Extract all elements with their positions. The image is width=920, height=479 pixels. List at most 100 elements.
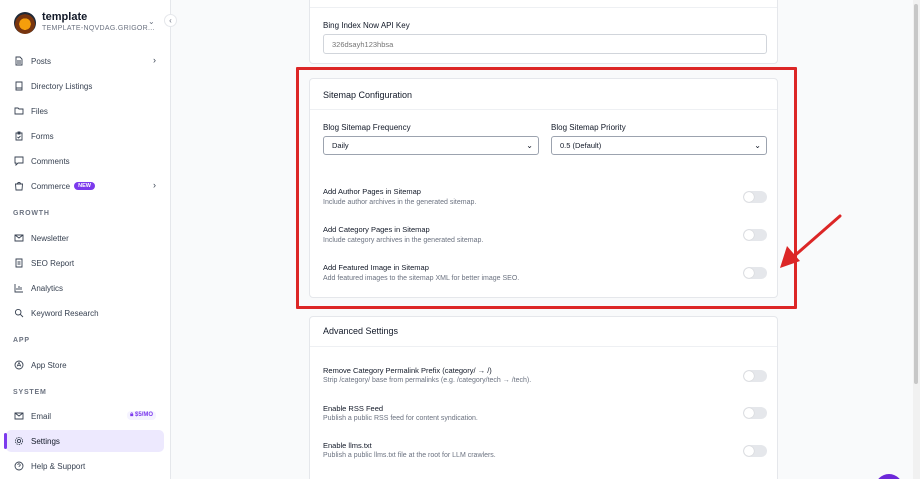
sidebar-item-label: App Store	[31, 360, 67, 370]
folder-icon	[14, 107, 24, 115]
sidebar: template TEMPLATE-NQVDAG.GRIGOR... ⌄ Pos…	[0, 0, 171, 479]
sidebar-item-label: Help & Support	[31, 461, 86, 471]
sitemap-configuration-card: Sitemap Configuration Blog Sitemap Frequ…	[309, 78, 778, 298]
sidebar-item-keyword-research[interactable]: Keyword Research	[6, 302, 164, 324]
price-badge: 🔒︎ $5/MO	[127, 411, 156, 420]
sidebar-item-label: Files	[31, 106, 48, 116]
remove-category-prefix-description: Strip /category/ base from permalinks (e…	[323, 377, 532, 384]
sidebar-item-label: Email	[31, 411, 52, 421]
sitemap-frequency-select[interactable]: Daily ⌄	[323, 136, 539, 155]
sidebar-item-app-store[interactable]: App Store	[6, 354, 164, 376]
author-pages-description: Include author archives in the generated…	[323, 199, 477, 206]
sidebar-item-comments[interactable]: Comments	[6, 150, 164, 172]
workspace-name: template	[42, 11, 88, 23]
sidebar-item-files[interactable]: Files	[6, 100, 164, 122]
workspace-domain: TEMPLATE-NQVDAG.GRIGOR...	[42, 25, 155, 32]
sitemap-frequency-label: Blog Sitemap Frequency	[323, 123, 411, 132]
new-badge: NEW	[74, 182, 95, 190]
chevron-right-icon: ›	[153, 55, 156, 65]
collapse-sidebar-button[interactable]: ‹	[164, 14, 177, 27]
sidebar-item-forms[interactable]: Forms	[6, 125, 164, 147]
sidebar-item-label: Directory Listings	[31, 81, 93, 91]
chevron-right-icon: ›	[153, 180, 156, 190]
bing-api-key-input[interactable]	[323, 34, 767, 54]
remove-category-prefix-toggle[interactable]	[743, 370, 767, 382]
divider	[310, 346, 777, 347]
sitemap-frequency-value: Daily	[332, 141, 349, 150]
bing-indexnow-card: Bing Index Now API Key	[309, 0, 778, 64]
featured-image-description: Add featured images to the sitemap XML f…	[323, 275, 520, 282]
scrollbar-thumb[interactable]	[914, 4, 918, 384]
sidebar-item-analytics[interactable]: Analytics	[6, 277, 164, 299]
toggle-knob	[744, 230, 754, 240]
workspace-avatar	[14, 12, 36, 34]
sidebar-item-help-support[interactable]: Help & Support	[6, 455, 164, 477]
toggle-knob	[744, 408, 754, 418]
report-icon	[15, 258, 23, 268]
book-icon	[15, 81, 23, 91]
sidebar-item-commerce[interactable]: Commerce NEW ›	[6, 175, 164, 197]
sidebar-item-email[interactable]: Email 🔒︎ $5/MO	[6, 405, 164, 427]
advanced-settings-card: Advanced Settings Remove Category Permal…	[309, 316, 778, 479]
file-text-icon	[15, 56, 23, 66]
sidebar-item-posts[interactable]: Posts ›	[6, 50, 164, 72]
toggle-knob	[744, 446, 754, 456]
rss-feed-title: Enable RSS Feed	[323, 404, 384, 413]
author-pages-toggle[interactable]	[743, 191, 767, 203]
rss-feed-toggle[interactable]	[743, 407, 767, 419]
bar-chart-icon	[14, 284, 23, 293]
sidebar-item-label: Settings	[31, 436, 60, 446]
author-pages-title: Add Author Pages in Sitemap	[323, 187, 421, 196]
clipboard-icon	[15, 131, 23, 141]
sidebar-item-label: Posts	[31, 56, 52, 66]
toggle-knob	[744, 268, 754, 278]
sitemap-priority-select[interactable]: 0.5 (Default) ⌄	[551, 136, 767, 155]
sidebar-item-settings[interactable]: Settings	[4, 430, 164, 452]
featured-image-title: Add Featured Image in Sitemap	[323, 263, 429, 272]
sidebar-item-label: Commerce	[31, 181, 71, 191]
sidebar-item-label: Forms	[31, 131, 54, 141]
workspace-switcher[interactable]: template TEMPLATE-NQVDAG.GRIGOR... ⌄	[14, 10, 160, 36]
category-pages-description: Include category archives in the generat…	[323, 237, 484, 244]
llms-txt-title: Enable llms.txt	[323, 441, 372, 450]
divider	[310, 109, 777, 110]
gear-icon	[14, 436, 24, 446]
remove-category-prefix-title: Remove Category Permalink Prefix (catego…	[323, 366, 492, 375]
chevron-down-icon: ⌄	[148, 17, 155, 26]
sidebar-item-label: Analytics	[31, 283, 64, 293]
card-title: Advanced Settings	[323, 326, 399, 336]
mail-icon	[14, 234, 24, 242]
shopping-bag-icon	[15, 182, 23, 191]
divider	[310, 7, 777, 8]
category-pages-toggle[interactable]	[743, 229, 767, 241]
bing-api-key-label: Bing Index Now API Key	[323, 21, 410, 30]
sidebar-item-label: Keyword Research	[31, 308, 99, 318]
sidebar-item-seo-report[interactable]: SEO Report	[6, 252, 164, 274]
llms-txt-toggle[interactable]	[743, 445, 767, 457]
featured-image-toggle[interactable]	[743, 267, 767, 279]
page-scrollbar[interactable]	[913, 0, 920, 479]
toggle-knob	[744, 192, 754, 202]
search-icon	[14, 308, 24, 318]
card-title: Sitemap Configuration	[323, 90, 413, 100]
sidebar-item-newsletter[interactable]: Newsletter	[6, 227, 164, 249]
section-label-system: SYSTEM	[13, 389, 47, 396]
help-icon	[14, 461, 24, 471]
section-label-app: APP	[13, 337, 30, 344]
price-badge-label: $5/MO	[134, 412, 153, 418]
sidebar-item-label: SEO Report	[31, 258, 75, 268]
sidebar-item-directory-listings[interactable]: Directory Listings	[6, 75, 164, 97]
section-label-growth: GROWTH	[13, 210, 50, 217]
rss-feed-description: Publish a public RSS feed for content sy…	[323, 415, 478, 422]
llms-txt-description: Publish a public llms.txt file at the ro…	[323, 452, 496, 459]
chat-support-button[interactable]	[875, 474, 903, 479]
toggle-knob	[744, 371, 754, 381]
sidebar-item-label: Newsletter	[31, 233, 69, 243]
category-pages-title: Add Category Pages in Sitemap	[323, 225, 430, 234]
app-store-icon	[14, 360, 24, 370]
chevron-down-icon: ⌄	[526, 141, 533, 150]
mail-icon	[14, 412, 24, 420]
chevron-down-icon: ⌄	[754, 141, 761, 150]
message-icon	[14, 156, 24, 166]
sitemap-priority-label: Blog Sitemap Priority	[551, 123, 626, 132]
